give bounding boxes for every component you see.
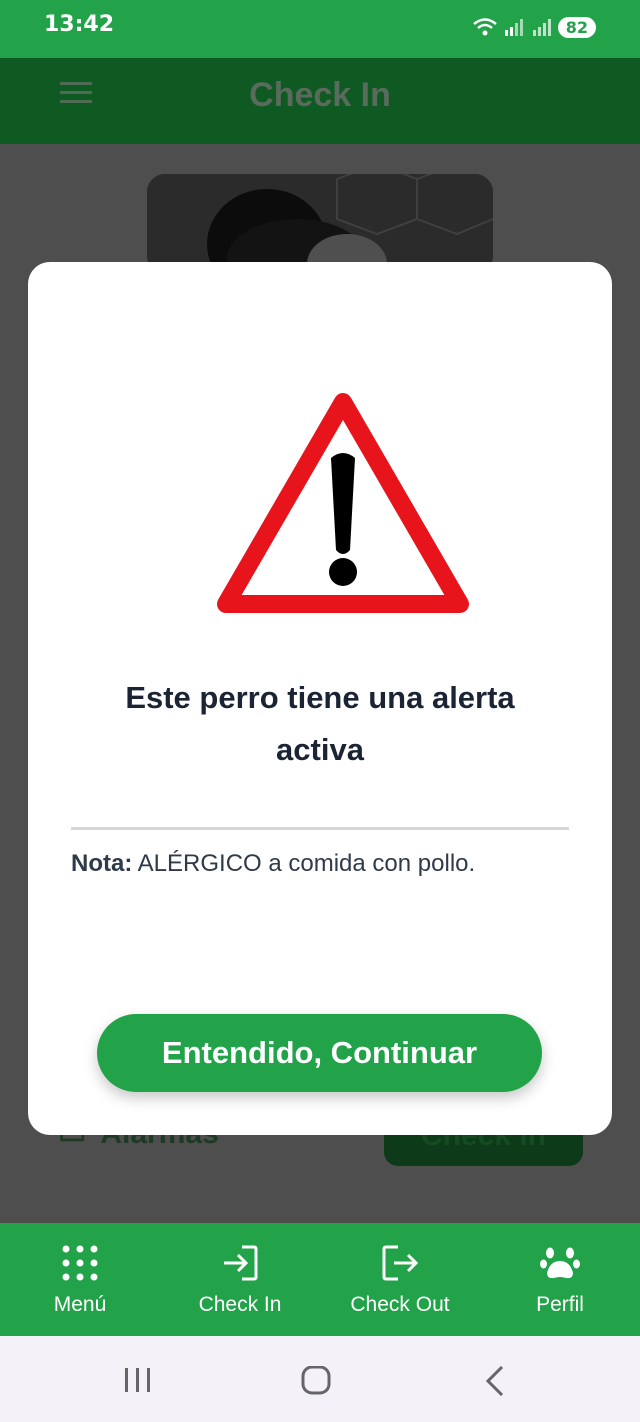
nav-item-check-out[interactable]: Check Out <box>320 1223 480 1336</box>
signal-icon <box>504 19 523 36</box>
nav-item-profile[interactable]: Perfil <box>480 1223 640 1336</box>
paw-icon <box>540 1247 580 1279</box>
signal-icon-2 <box>532 19 551 36</box>
wifi-icon <box>472 18 497 36</box>
alert-note: Nota: ALÉRGICO a comida con pollo. <box>71 850 475 878</box>
sign-out-icon <box>382 1245 419 1281</box>
nav-item-menu[interactable]: Menú <box>0 1223 160 1336</box>
note-label: Nota: <box>71 850 133 877</box>
back-icon[interactable] <box>476 1366 516 1396</box>
page-title: Check In <box>249 76 391 114</box>
nav-label-check-in: Check In <box>198 1293 282 1316</box>
nav-label-check-out: Check Out <box>350 1293 450 1316</box>
nav-label-menu: Menú <box>53 1293 107 1316</box>
alert-dialog: Este perro tiene una alerta activa Nota:… <box>28 262 612 1135</box>
warning-triangle-icon <box>217 393 469 613</box>
grid-dots-icon <box>62 1245 98 1281</box>
dog-photo <box>147 174 493 274</box>
recents-icon[interactable] <box>118 1366 158 1396</box>
status-icons: 82 <box>472 14 596 40</box>
sign-in-icon <box>224 1245 258 1281</box>
nav-item-check-in[interactable]: Check In <box>160 1223 320 1336</box>
divider <box>71 827 569 830</box>
status-bar: 13:42 82 <box>0 0 640 58</box>
system-nav-bar <box>0 1336 640 1422</box>
battery-indicator: 82 <box>557 16 596 38</box>
bottom-nav: Menú Check In Check Out Perfil <box>0 1223 640 1336</box>
app-bar: Check In <box>0 58 640 144</box>
status-time: 13:42 <box>44 12 115 37</box>
note-text: ALÉRGICO a comida con pollo. <box>132 850 476 877</box>
home-icon[interactable] <box>296 1366 336 1396</box>
nav-label-profile: Perfil <box>536 1293 584 1316</box>
alert-title: Este perro tiene una alerta activa <box>125 680 515 767</box>
confirm-continue-button[interactable]: Entendido, Continuar <box>97 1014 542 1092</box>
